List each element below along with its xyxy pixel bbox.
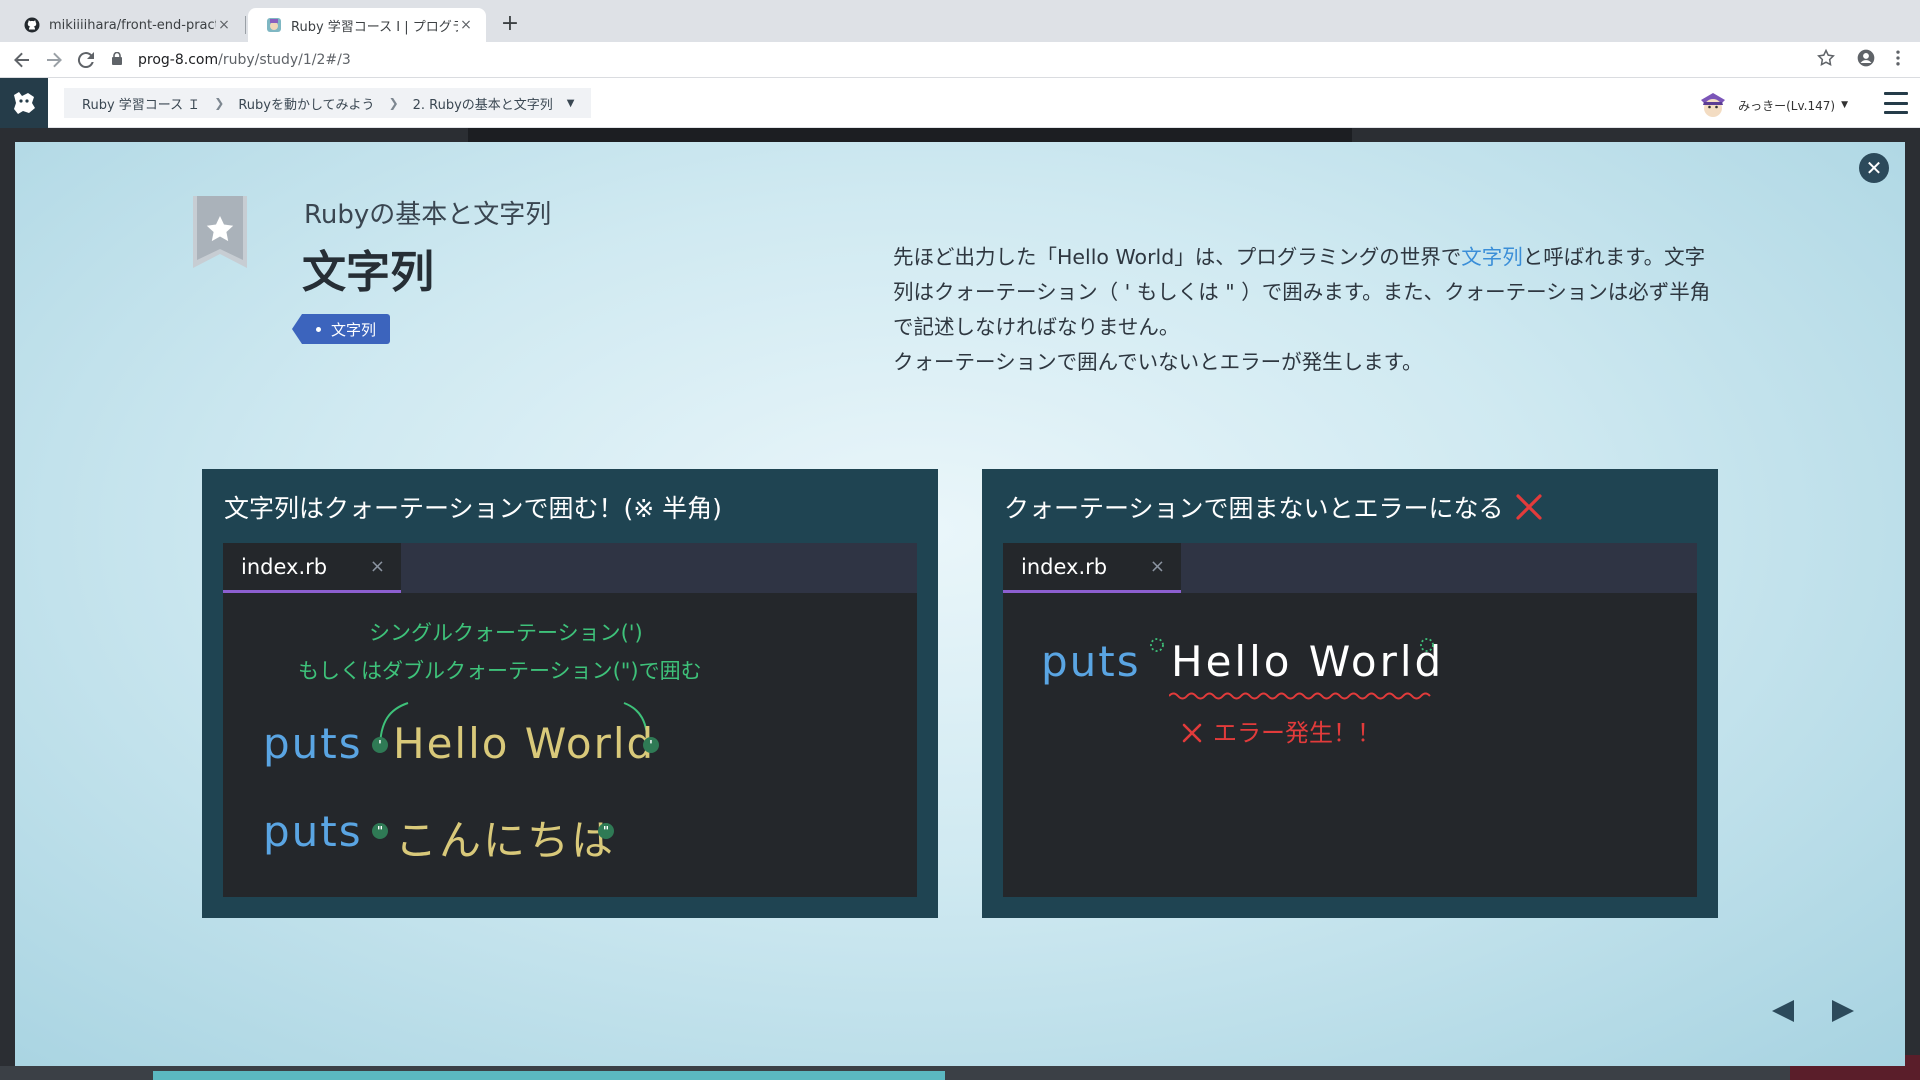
close-file-icon: × <box>369 556 385 577</box>
profile-icon[interactable] <box>1854 48 1878 72</box>
quote-marker: ' <box>643 737 659 753</box>
description-text: 先ほど出力した「Hello World」は、プログラミングの世界で <box>893 245 1462 269</box>
file-name: index.rb <box>1021 554 1108 579</box>
caret-down-icon[interactable]: ▼ <box>567 98 575 109</box>
browser-tabbar: mikiiiihara/front-end-practice × Ruby 学習… <box>0 0 1920 42</box>
avatar <box>1698 90 1728 120</box>
correct-example-panel: 文字列はクォーテーションで囲む！(※ 半角) index.rb × シングルクォ… <box>202 469 938 918</box>
slide-subtitle: Rubyの基本と文字列 <box>304 200 552 230</box>
file-tab: index.rb × <box>223 543 401 593</box>
previous-slide-icon[interactable] <box>1770 998 1796 1024</box>
annotation-line: シングルクォーテーション(') <box>369 621 643 645</box>
breadcrumb-lesson[interactable]: 2. Rubyの基本と文字列 <box>411 94 555 113</box>
tab-title: mikiiiihara/front-end-practice <box>49 17 216 33</box>
code-keyword: puts <box>1041 637 1141 686</box>
quote-marker: " <box>598 823 614 839</box>
missing-quote-marker <box>1150 638 1164 652</box>
code-editor: index.rb × シングルクォーテーション(') もしくはダブルクォーテーシ… <box>223 543 917 897</box>
github-icon <box>24 17 40 33</box>
description-paragraph: クォーテーションで囲んでいないとエラーが発生します。 <box>893 350 1423 374</box>
quote-marker: " <box>372 823 388 839</box>
highlighted-term: 文字列 <box>1461 245 1523 269</box>
caret-down-icon: ▼ <box>1841 100 1848 110</box>
code-editor: index.rb × puts Hello World エラー発生！！ <box>1003 543 1697 897</box>
close-file-icon: × <box>1149 556 1165 577</box>
tag-label: 文字列 <box>331 320 377 339</box>
browser-toolbar: prog-8.com/ruby/study/1/2#/3 <box>0 42 1920 78</box>
tab-divider <box>245 16 246 34</box>
panel-title: クォーテーションで囲まないとエラーになる <box>1004 489 1543 525</box>
browser-tab-progate[interactable]: Ruby 学習コース I | プログラミン × <box>248 8 486 42</box>
address-bar[interactable]: prog-8.com/ruby/study/1/2#/3 <box>112 46 1824 74</box>
user-menu[interactable]: みっきー(Lv.147) ▼ <box>1698 90 1848 120</box>
keyword-tag: 文字列 <box>291 314 391 344</box>
breadcrumb-course[interactable]: Ruby 学習コース Ｉ <box>80 94 202 113</box>
missing-quote-marker <box>1420 638 1434 652</box>
chevron-right-icon: ❯ <box>388 96 399 110</box>
kebab-menu-icon[interactable] <box>1886 48 1910 72</box>
editor-tabbar: index.rb × <box>223 543 917 593</box>
close-tab-icon[interactable]: × <box>216 17 232 33</box>
close-tab-icon[interactable]: × <box>458 17 474 33</box>
bookmark-star-icon <box>193 196 247 268</box>
new-tab-button[interactable]: + <box>496 12 524 38</box>
background-slide-edge <box>468 128 1352 142</box>
lock-icon <box>112 51 126 68</box>
error-underline <box>1169 692 1431 700</box>
tab-title: Ruby 学習コース I | プログラミン <box>291 19 458 35</box>
progate-logo-icon[interactable] <box>0 78 48 128</box>
progate-favicon-icon <box>266 17 282 33</box>
description-paragraph: 先ほど出力した「Hello World」は、プログラミングの世界で文字列と呼ばれ… <box>893 240 1713 345</box>
error-message: エラー発生！！ <box>1181 713 1381 748</box>
quote-marker: ' <box>372 737 388 753</box>
slide-description: 先ほど出力した「Hello World」は、プログラミングの世界で文字列と呼ばれ… <box>893 240 1713 380</box>
panel-title-text: クォーテーションで囲まないとエラーになる <box>1004 494 1504 523</box>
file-tab: index.rb × <box>1003 543 1181 593</box>
background-progress-bar <box>153 1071 945 1080</box>
next-slide-icon[interactable] <box>1830 998 1856 1024</box>
browser-tab-github[interactable]: mikiiiihara/front-end-practice × <box>6 8 244 42</box>
code-keyword: puts <box>263 719 363 768</box>
code-string: Hello World <box>393 719 656 768</box>
close-icon[interactable]: ✕ <box>1859 153 1889 183</box>
url-host: prog-8.com <box>138 52 219 68</box>
error-example-panel: クォーテーションで囲まないとエラーになる index.rb × puts Hel… <box>982 469 1718 918</box>
star-icon[interactable] <box>1814 48 1838 72</box>
file-name: index.rb <box>241 554 328 579</box>
error-cross-icon <box>1182 723 1202 743</box>
slide-title: 文字列 <box>302 247 434 298</box>
url-path: /ruby/study/1/2#/3 <box>218 52 351 68</box>
forward-icon[interactable] <box>42 48 66 72</box>
code-string: こんにちは <box>395 816 616 865</box>
panel-title: 文字列はクォーテーションで囲む！(※ 半角) <box>224 494 722 523</box>
user-name: みっきー(Lv.147) <box>1738 98 1836 113</box>
site-header: Ruby 学習コース Ｉ ❯ Rubyを動かしてみよう ❯ 2. Rubyの基本… <box>0 78 1920 128</box>
reload-icon[interactable] <box>74 48 98 72</box>
hamburger-menu-icon[interactable] <box>1884 92 1908 114</box>
code-keyword: puts <box>263 807 363 856</box>
breadcrumb: Ruby 学習コース Ｉ ❯ Rubyを動かしてみよう ❯ 2. Rubyの基本… <box>64 88 591 118</box>
error-text: エラー発生！！ <box>1213 719 1381 747</box>
red-cross-icon <box>1516 494 1543 520</box>
code-string: Hello World <box>1171 637 1445 686</box>
editor-tabbar: index.rb × <box>1003 543 1697 593</box>
annotation-line: もしくはダブルクォーテーション(")で囲む <box>298 659 702 683</box>
back-icon[interactable] <box>10 48 34 72</box>
chevron-right-icon: ❯ <box>214 96 225 110</box>
breadcrumb-chapter[interactable]: Rubyを動かしてみよう <box>236 94 376 113</box>
tag-dot <box>316 326 321 332</box>
